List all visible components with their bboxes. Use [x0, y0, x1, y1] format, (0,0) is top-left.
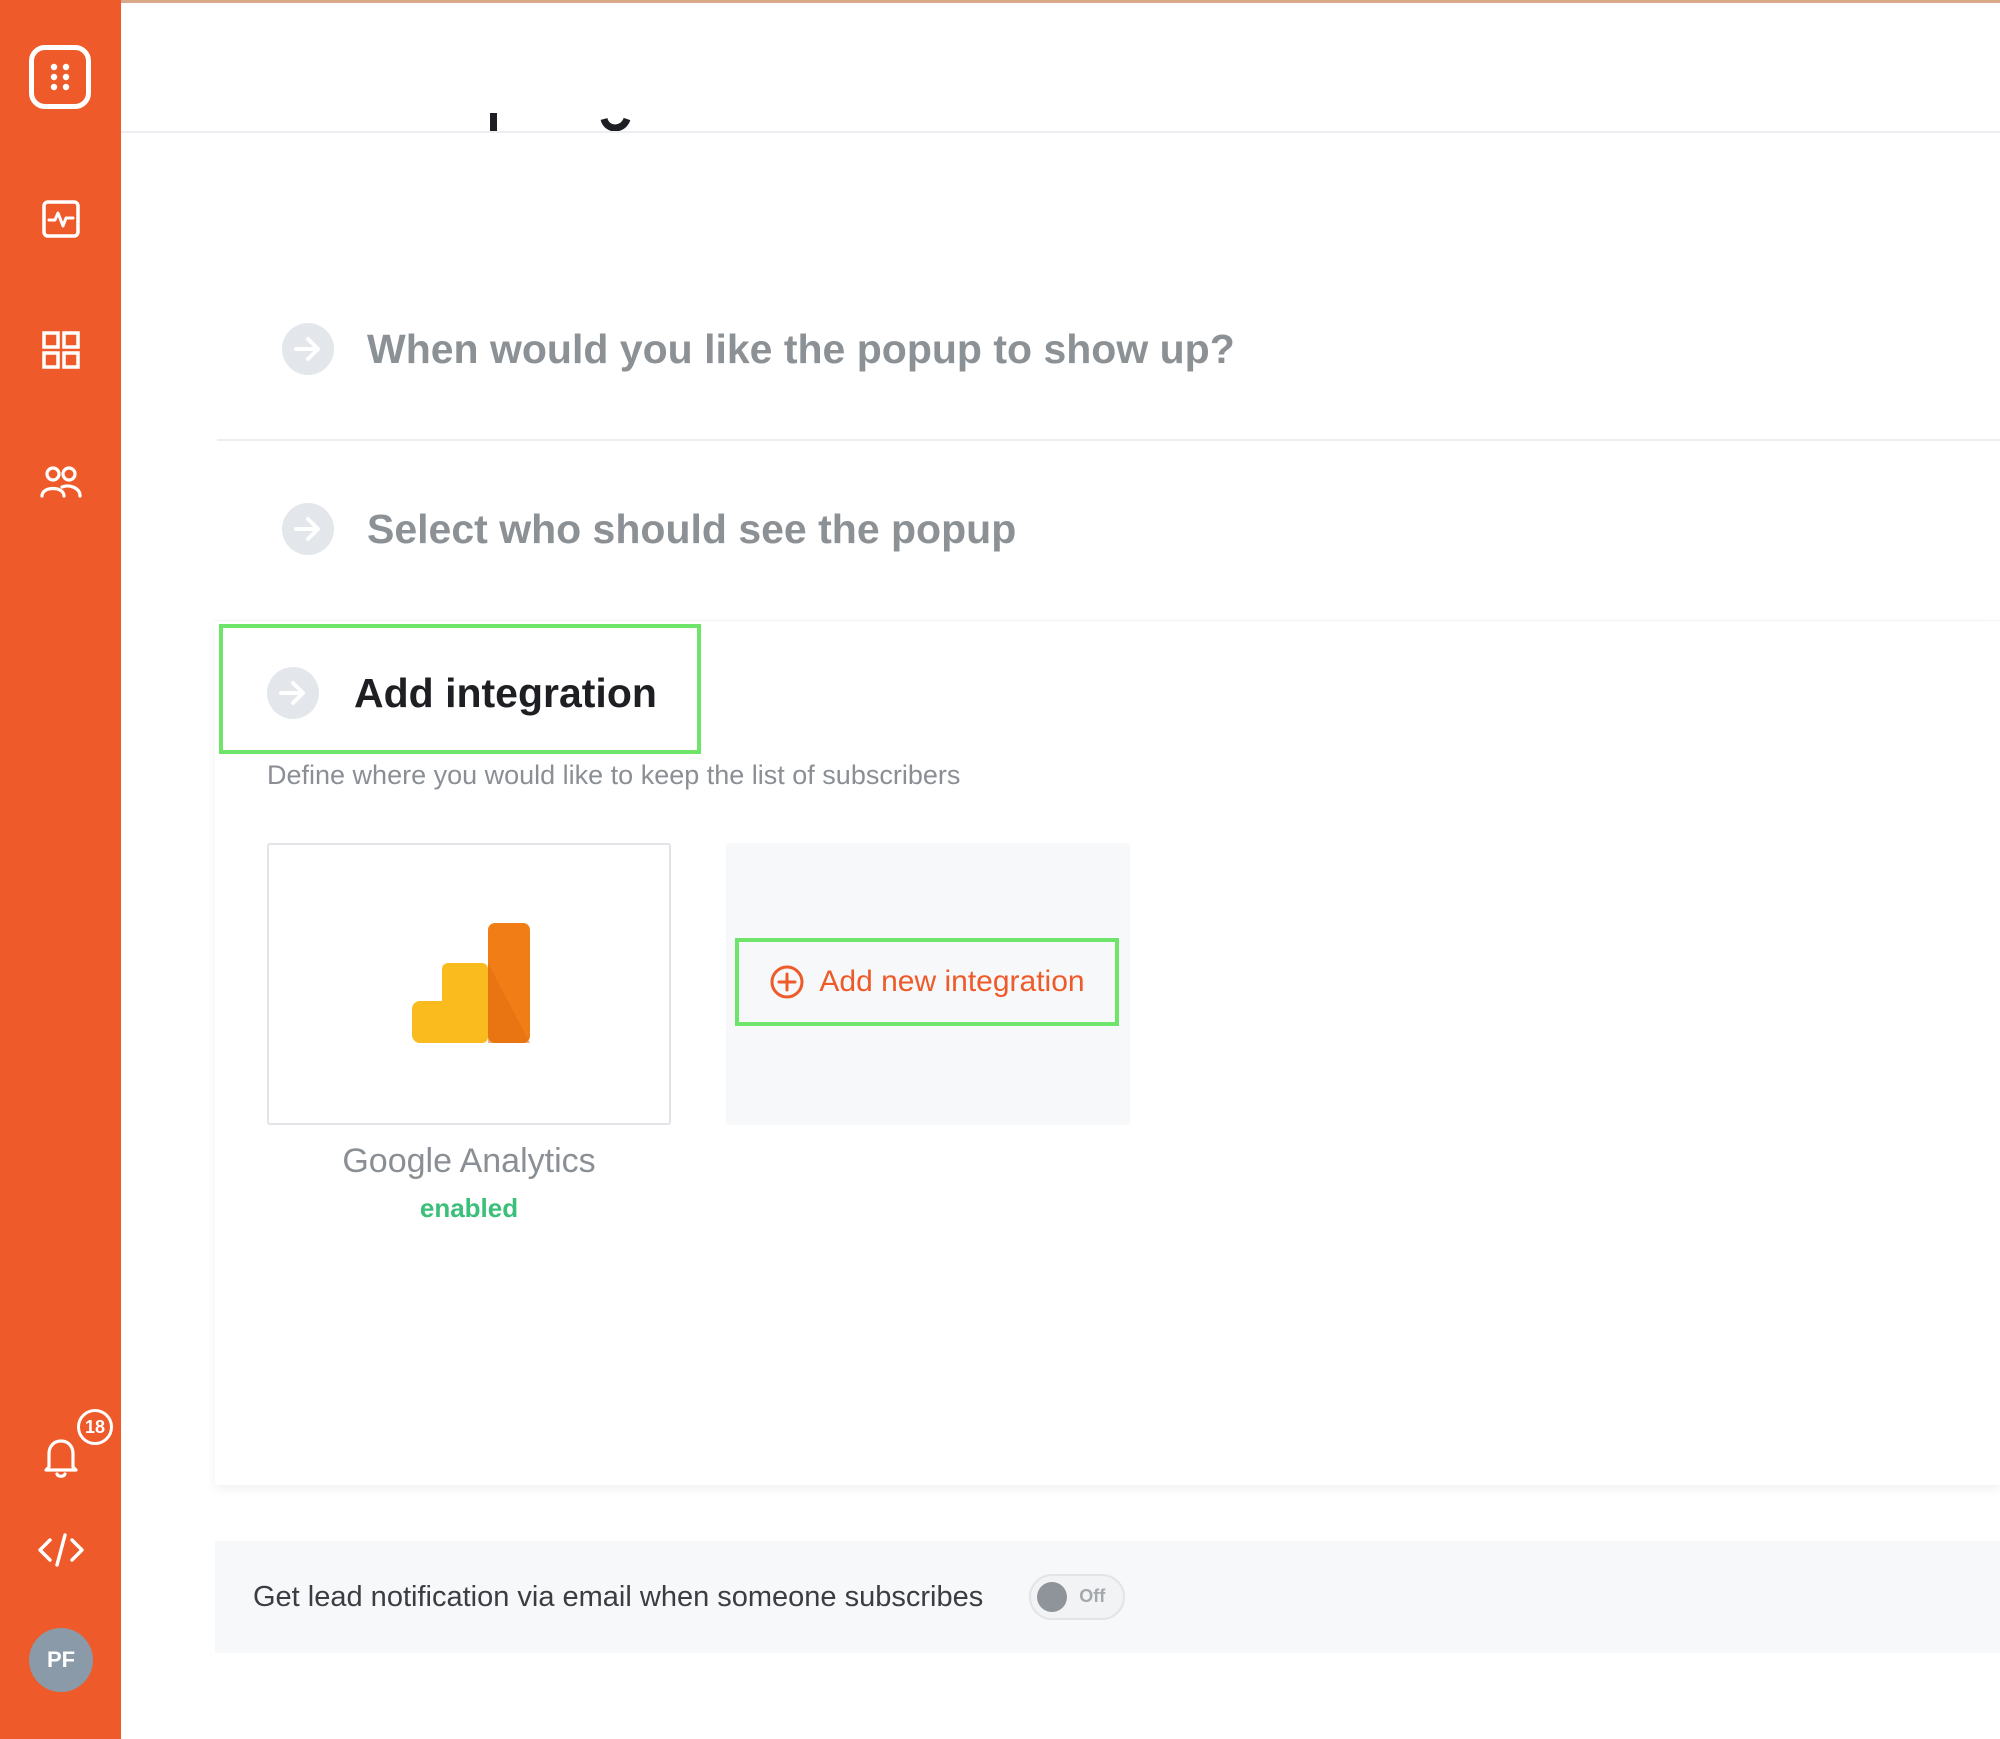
arrow-right-circle-icon: [267, 667, 319, 719]
step-who[interactable]: Select who should see the popup: [217, 503, 2000, 555]
logo-icon[interactable]: [29, 45, 91, 109]
notification-count-badge: 18: [77, 1409, 113, 1445]
arrow-right-circle-icon: [282, 503, 334, 555]
step-who-title: Select who should see the popup: [367, 505, 1017, 552]
step-integration-title: Add integration: [354, 669, 657, 716]
users-icon[interactable]: [0, 462, 121, 502]
sidebar: 18 PF: [0, 0, 121, 1739]
toggle-knob: [1037, 1582, 1068, 1612]
step-integration[interactable]: Add integration: [217, 667, 2000, 719]
add-integration-highlight: [735, 938, 1119, 1026]
integration-name: Google Analytics: [342, 1142, 596, 1180]
lead-notification-toggle[interactable]: Off: [1029, 1574, 1126, 1620]
lead-notification-text: Get lead notification via email when som…: [253, 1580, 984, 1613]
grid-icon[interactable]: [0, 328, 121, 372]
step-when[interactable]: When would you like the popup to show up…: [217, 323, 2000, 375]
integration-card-google-analytics[interactable]: [267, 843, 671, 1125]
activity-icon[interactable]: [0, 197, 121, 241]
avatar[interactable]: PF: [29, 1628, 93, 1692]
integration-status: enabled: [419, 1193, 519, 1223]
integration-subtitle: Define where you would like to keep the …: [267, 760, 961, 790]
lead-notification-bar: Get lead notification via email when som…: [215, 1541, 2000, 1653]
toggle-label: Off: [1079, 1586, 1106, 1606]
step-when-title: When would you like the popup to show up…: [367, 325, 1235, 372]
arrow-right-circle-icon: [282, 323, 334, 375]
scrolled-heading-fragment: [490, 113, 631, 131]
top-header: [121, 3, 2000, 133]
google-analytics-icon: [412, 923, 530, 1043]
section-divider: [217, 439, 2000, 441]
code-icon[interactable]: [0, 1530, 121, 1570]
